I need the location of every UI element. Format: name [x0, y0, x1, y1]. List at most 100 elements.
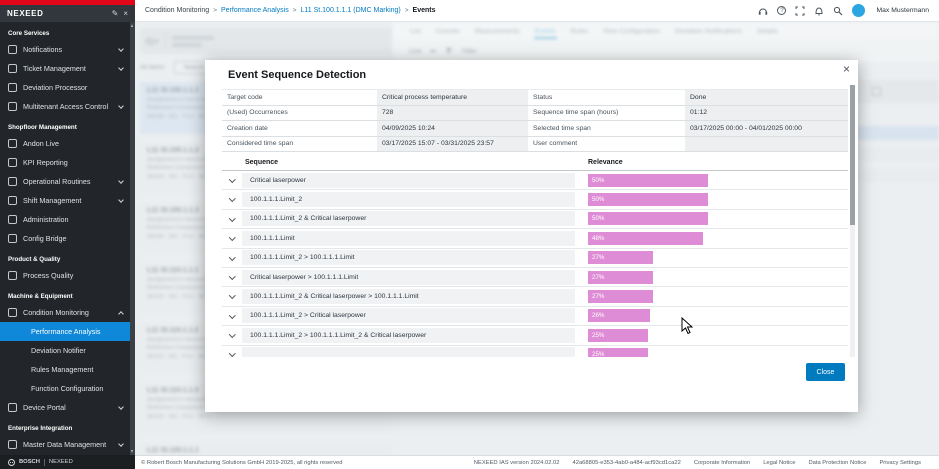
table-row[interactable]: Critical laserpower50% [222, 171, 848, 190]
info-label: User comment [528, 137, 685, 152]
copyright-text: © Robert Bosch Manufacturing Solutions G… [141, 460, 474, 466]
sequence-cell: 100.1.1.1.Limit [242, 231, 575, 246]
chevron-up-icon [118, 311, 124, 317]
sidebar-item-label: Performance Analysis [31, 327, 123, 336]
sidebar-item-label: Ticket Management [23, 64, 113, 73]
sidebar-item-deviation-processor[interactable]: Deviation Processor [0, 78, 130, 97]
sidebar-item-operational-routines[interactable]: Operational Routines [0, 172, 130, 191]
table-row[interactable]: 100.1.1.1.Limit_2 > Critical laserpower2… [222, 307, 848, 326]
table-row[interactable]: 100.1.1.1.Limit_2 > 100.1.1.1.Limit27% [222, 249, 848, 268]
expand-row-button[interactable] [222, 179, 242, 182]
sidebar-item-label: Andon Live [23, 139, 123, 148]
top-icons: ? Max Mustermann [758, 4, 929, 17]
sidebar-item-shift-management[interactable]: Shift Management [0, 191, 130, 210]
expand-row-button[interactable] [222, 295, 242, 298]
chevron-down-icon [229, 254, 235, 260]
notifications-bell-icon[interactable] [814, 6, 824, 16]
event-sequence-detection-dialog: × Event Sequence Detection Target codeCr… [205, 60, 858, 412]
table-row[interactable]: 100.1.1.1.Limit_2 & Critical laserpower5… [222, 210, 848, 229]
breadcrumb-item-performance-analysis[interactable]: Performance Analysis [221, 7, 289, 14]
close-button[interactable]: Close [806, 363, 845, 381]
edit-pencil-icon[interactable]: ✎ [112, 10, 119, 18]
table-row[interactable]: 100.1.1.1.Limit48% [222, 229, 848, 248]
expand-row-button[interactable] [222, 353, 242, 356]
table-row[interactable]: 25% [222, 346, 848, 357]
expand-row-button[interactable] [222, 276, 242, 279]
info-label: Selected time span [528, 121, 685, 136]
breadcrumb-separator: > [213, 7, 217, 14]
footer-link-corporate-information[interactable]: Corporate Information [694, 460, 750, 466]
sidebar-close-icon[interactable]: × [123, 10, 128, 18]
chevron-down-icon [118, 65, 124, 71]
sidebar-item-process-quality[interactable]: Process Quality [0, 266, 130, 285]
sidebar-item-label: Operational Routines [23, 177, 113, 186]
footer-link-legal-notice[interactable]: Legal Notice [763, 460, 795, 466]
condition-monitoring-icon [8, 308, 17, 317]
sidebar-item-condition-monitoring[interactable]: Condition Monitoring [0, 303, 130, 322]
sidebar-item-andon-live[interactable]: Andon Live [0, 134, 130, 153]
search-icon[interactable] [833, 6, 843, 16]
headset-icon[interactable] [758, 6, 768, 16]
modal-info-grid: Target codeCritical process temperatureS… [222, 89, 848, 152]
sidebar-item-label: Device Portal [23, 403, 113, 412]
sidebar-footer: BOSCH NEXEED [0, 455, 135, 469]
avatar[interactable] [852, 4, 865, 17]
table-row[interactable]: 100.1.1.1.Limit_250% [222, 190, 848, 209]
table-row[interactable]: 100.1.1.1.Limit_2 > 100.1.1.1.Limit_2 & … [222, 326, 848, 345]
breadcrumb-item-events[interactable]: Events [413, 7, 436, 14]
info-value [685, 137, 848, 152]
bosch-logo-icon [8, 459, 15, 466]
sidebar-item-label: Config Bridge [23, 234, 123, 243]
expand-row-button[interactable] [222, 257, 242, 260]
sidebar-item-deviation-notifier[interactable]: Deviation Notifier [0, 341, 130, 360]
scroll-down-icon[interactable] [131, 450, 133, 453]
expand-row-button[interactable] [222, 198, 242, 201]
sequence-cell [242, 347, 575, 357]
info-label: (Used) Occurrences [222, 106, 377, 121]
sidebar: NEXEED ✎ × Core ServicesNotificationsTic… [0, 0, 135, 469]
fullscreen-icon[interactable] [795, 6, 805, 16]
sequence-cell: 100.1.1.1.Limit_2 [242, 192, 575, 207]
sidebar-item-config-bridge[interactable]: Config Bridge [0, 229, 130, 248]
relevance-bar: 50% [588, 212, 708, 225]
sidebar-item-kpi-reporting[interactable]: KPI Reporting [0, 153, 130, 172]
sidebar-item-multitenant-access-control[interactable]: Multitenant Access Control [0, 97, 130, 116]
nexeed-logo: NEXEED [7, 9, 107, 18]
table-row[interactable]: Critical laserpower > 100.1.1.1.Limit27% [222, 268, 848, 287]
info-value: 728 [377, 106, 528, 121]
sidebar-item-performance-analysis[interactable]: Performance Analysis [0, 322, 130, 341]
sidebar-nav: Core ServicesNotificationsTicket Managem… [0, 22, 130, 455]
sidebar-item-rules-management[interactable]: Rules Management [0, 360, 130, 379]
footer-link-data-protection-notice[interactable]: Data Protection Notice [808, 460, 866, 466]
expand-row-button[interactable] [222, 237, 242, 240]
relevance-bar: 25% [588, 348, 648, 357]
sidebar-item-administration[interactable]: Administration [0, 210, 130, 229]
table-row[interactable]: 100.1.1.1.Limit_2 & Critical laserpower … [222, 287, 848, 306]
relevance-bar: 27% [588, 271, 653, 284]
footer-link-privacy-settings[interactable]: Privacy Settings [879, 460, 921, 466]
sidebar-item-device-portal[interactable]: Device Portal [0, 398, 130, 417]
chevron-down-icon [229, 312, 235, 318]
user-name: Max Mustermann [876, 7, 929, 14]
help-icon[interactable]: ? [777, 6, 786, 15]
expand-row-button[interactable] [222, 218, 242, 221]
sidebar-item-notifications[interactable]: Notifications [0, 40, 130, 59]
modal-scrollbar-thumb[interactable] [850, 85, 855, 225]
expand-row-button[interactable] [222, 334, 242, 337]
sidebar-item-master-data-management[interactable]: Master Data Management [0, 435, 130, 454]
scroll-up-icon[interactable] [131, 24, 133, 27]
ticket-icon [8, 64, 17, 73]
modal-scrollbar[interactable] [850, 85, 855, 357]
sidebar-item-function-configuration[interactable]: Function Configuration [0, 379, 130, 398]
info-row: Creation date04/09/2025 10:24Selected ti… [222, 121, 848, 137]
close-icon[interactable]: × [843, 63, 850, 75]
chevron-down-icon [118, 441, 124, 447]
expand-row-button[interactable] [222, 315, 242, 318]
top-bar: Condition Monitoring>Performance Analysi… [135, 0, 939, 22]
sidebar-scrollbar[interactable] [130, 22, 135, 455]
sidebar-item-ticket-management[interactable]: Ticket Management [0, 59, 130, 78]
chevron-down-icon [118, 197, 124, 203]
relevance-bar: 27% [588, 290, 653, 303]
breadcrumb-item-l11-st-100-1-1-1-dmc-marking[interactable]: L11 St.100.1.1.1 (DMC Marking) [301, 7, 401, 14]
chevron-down-icon [229, 195, 235, 201]
